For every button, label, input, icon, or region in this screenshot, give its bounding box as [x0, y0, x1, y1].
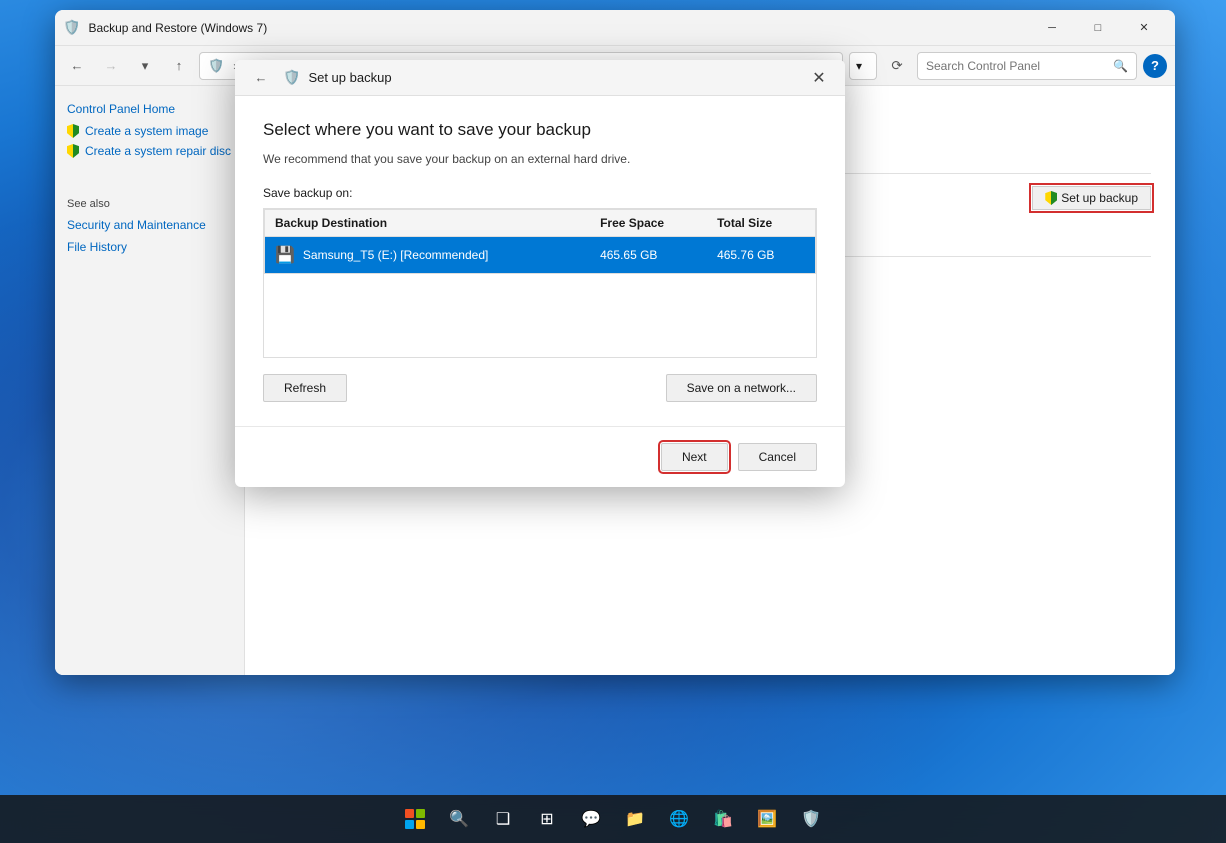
setup-backup-shield-icon [1045, 191, 1057, 205]
back-button[interactable]: ← [63, 52, 91, 80]
modal-description: We recommend that you save your backup o… [263, 152, 817, 166]
sidebar-file-history-link[interactable]: File History [67, 240, 232, 254]
see-also-section: See also Security and Maintenance File H… [67, 198, 232, 254]
modal-body: Select where you want to save your backu… [235, 96, 845, 426]
path-icon: 🛡️ [208, 58, 224, 74]
sidebar: Control Panel Home Create a system image… [55, 86, 245, 675]
win-logo-yellow [416, 820, 425, 829]
setup-backup-modal: ← 🛡️ Set up backup ✕ Select where you wa… [235, 60, 845, 487]
title-bar: 🛡️ Backup and Restore (Windows 7) ─ □ ✕ [55, 10, 1175, 46]
col-destination: Backup Destination [265, 210, 591, 237]
window-icon: 🛡️ [63, 19, 80, 36]
cancel-button[interactable]: Cancel [738, 443, 817, 471]
modal-title-content: ← 🛡️ Set up backup [247, 64, 392, 92]
setup-backup-button[interactable]: Set up backup [1032, 186, 1151, 210]
store-icon: 🛍️ [713, 809, 733, 829]
search-icon: 🔍 [1113, 59, 1128, 73]
win-logo-blue [405, 820, 414, 829]
sidebar-item-repair-disc[interactable]: Create a system repair disc [67, 144, 232, 158]
taskbar-snap-button[interactable]: ⊞ [527, 799, 567, 839]
modal-title-text: Set up backup [308, 70, 391, 85]
modal-title-bar: ← 🛡️ Set up backup ✕ [235, 60, 845, 96]
taskbar-teams-button[interactable]: 💬 [571, 799, 611, 839]
taskview-icon: ❑ [496, 809, 510, 829]
backup-table-area: Backup Destination Free Space Total Size… [263, 208, 817, 358]
modal-icon: 🛡️ [283, 69, 300, 86]
see-also-title: See also [67, 198, 232, 210]
search-box[interactable]: 🔍 [917, 52, 1137, 80]
taskbar: 🔍 ❑ ⊞ 💬 📁 🌐 🛍️ 🖼️ 🛡️ [0, 795, 1226, 843]
sidebar-item-system-image[interactable]: Create a system image [67, 124, 232, 138]
sidebar-security-link[interactable]: Security and Maintenance [67, 218, 232, 232]
dropdown-button[interactable]: ▾ [131, 52, 159, 80]
taskbar-start-button[interactable] [395, 799, 435, 839]
taskbar-photos-button[interactable]: 🖼️ [747, 799, 787, 839]
modal-bottom-row: Next Cancel [235, 426, 845, 487]
win-logo-green [416, 809, 425, 818]
close-button[interactable]: ✕ [1121, 10, 1167, 46]
save-network-button[interactable]: Save on a network... [666, 374, 817, 402]
taskbar-explorer-button[interactable]: 📁 [615, 799, 655, 839]
taskbar-taskview-button[interactable]: ❑ [483, 799, 523, 839]
save-on-label: Save backup on: [263, 186, 817, 200]
table-row[interactable]: 💾 Samsung_T5 (E:) [Recommended] 465.65 G… [265, 237, 816, 274]
search-icon: 🔍 [449, 809, 469, 829]
sidebar-system-image-link[interactable]: Create a system image [85, 124, 208, 138]
taskbar-search-button[interactable]: 🔍 [439, 799, 479, 839]
minimize-button[interactable]: ─ [1029, 10, 1075, 46]
row-destination: 💾 Samsung_T5 (E:) [Recommended] [265, 237, 590, 273]
explorer-icon: 📁 [625, 809, 645, 829]
col-total-size: Total Size [707, 210, 815, 237]
window-controls: ─ □ ✕ [1029, 10, 1167, 46]
modal-close-button[interactable]: ✕ [805, 64, 833, 92]
backup-table: Backup Destination Free Space Total Size… [264, 209, 816, 274]
windows-logo [405, 809, 425, 829]
refresh-button[interactable]: Refresh [263, 374, 347, 402]
win-logo-red [405, 809, 414, 818]
col-free-space: Free Space [590, 210, 707, 237]
help-button[interactable]: ? [1143, 54, 1167, 78]
shield-icon-repair [67, 144, 79, 158]
next-button[interactable]: Next [661, 443, 728, 471]
up-button[interactable]: ↑ [165, 52, 193, 80]
modal-back-button[interactable]: ← [247, 64, 275, 92]
address-path-dropdown[interactable]: ▾ [849, 52, 877, 80]
drive-icon: 💾 [275, 245, 295, 265]
modal-footer-buttons: Refresh Save on a network... [263, 374, 817, 402]
row-total-size: 465.76 GB [707, 237, 815, 274]
sidebar-home-link[interactable]: Control Panel Home [67, 102, 232, 116]
row-free-space: 465.65 GB [590, 237, 707, 274]
maximize-button[interactable]: □ [1075, 10, 1121, 46]
taskbar-backup-button[interactable]: 🛡️ [791, 799, 831, 839]
photos-icon: 🖼️ [757, 809, 777, 829]
shield-icon-image [67, 124, 79, 138]
taskbar-store-button[interactable]: 🛍️ [703, 799, 743, 839]
modal-section-title: Select where you want to save your backu… [263, 120, 817, 140]
sidebar-repair-disc-link[interactable]: Create a system repair disc [85, 144, 231, 158]
edge-icon: 🌐 [669, 809, 689, 829]
taskbar-edge-button[interactable]: 🌐 [659, 799, 699, 839]
backup-icon: 🛡️ [801, 809, 821, 829]
forward-button[interactable]: → [97, 52, 125, 80]
window-title: Backup and Restore (Windows 7) [88, 21, 1029, 35]
snap-icon: ⊞ [540, 809, 553, 829]
teams-icon: 💬 [581, 809, 601, 829]
address-refresh-button[interactable]: ⟳ [883, 52, 911, 80]
search-input[interactable] [926, 59, 1107, 73]
